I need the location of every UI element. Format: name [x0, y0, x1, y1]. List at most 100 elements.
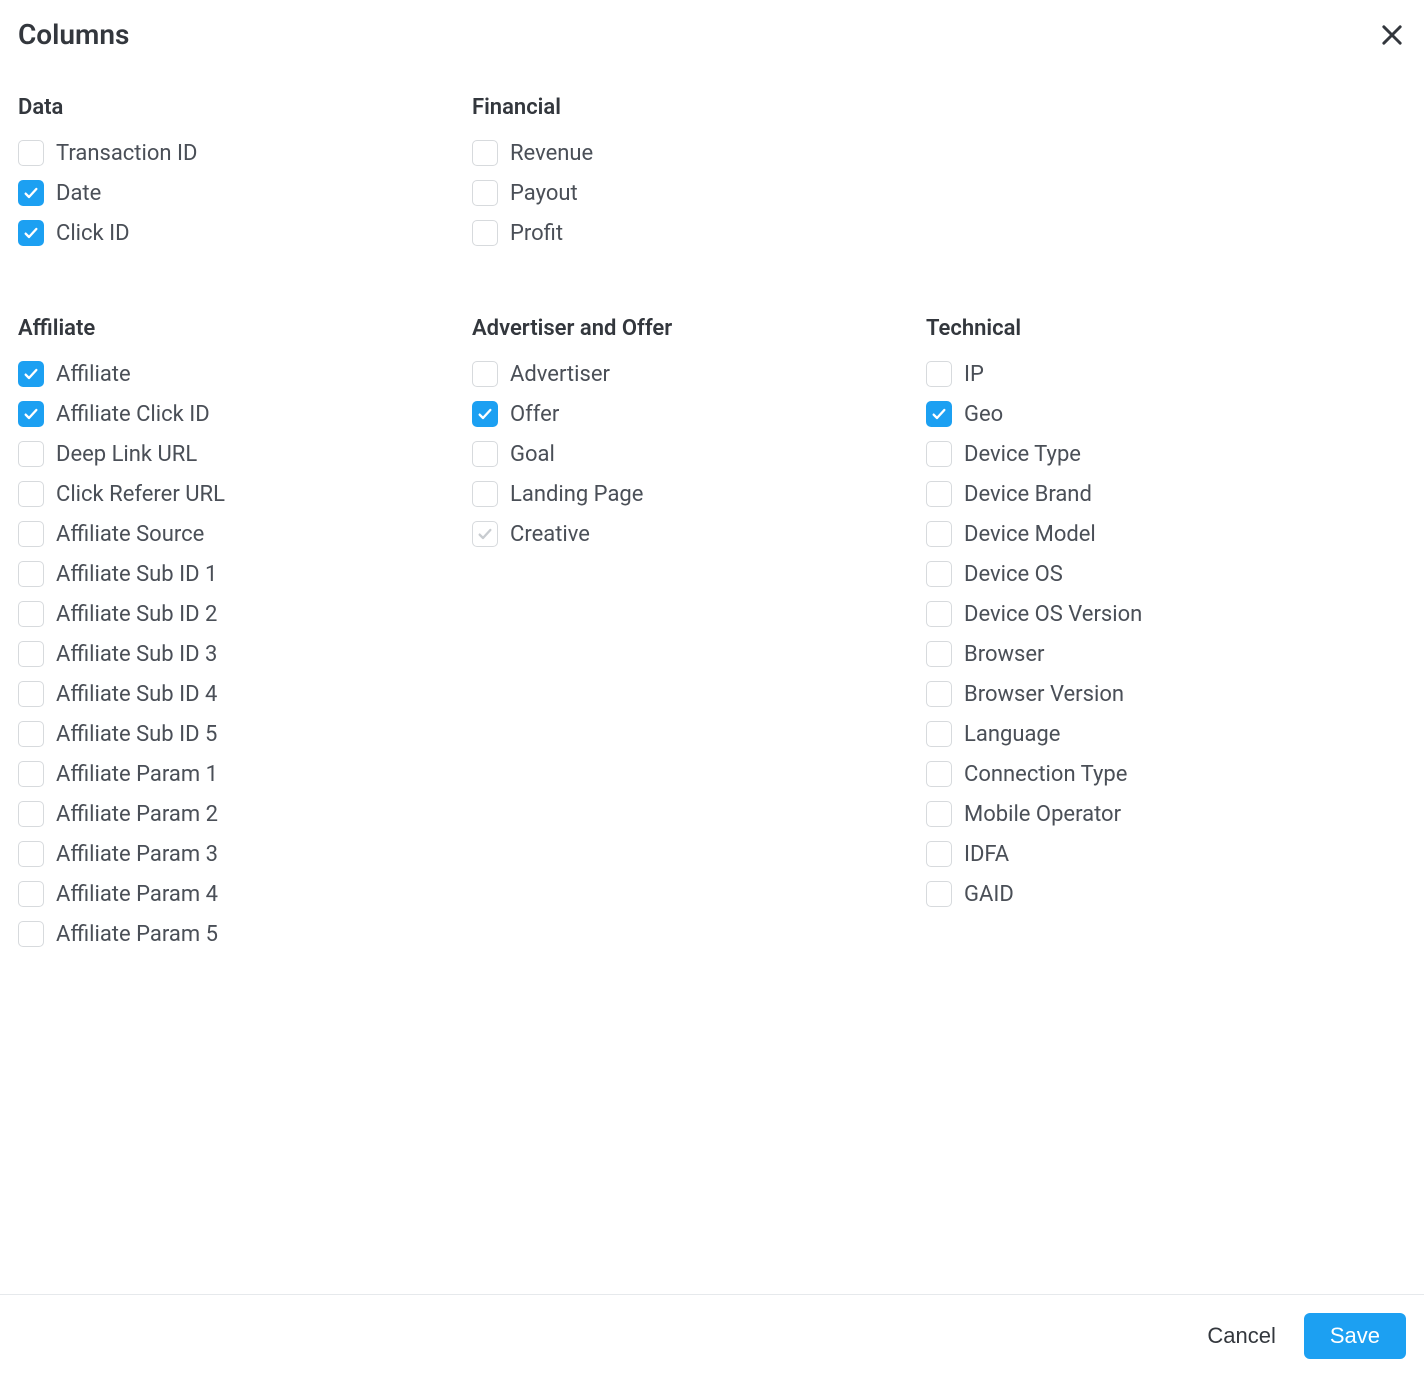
checkbox[interactable]	[18, 921, 44, 947]
column-option-payout[interactable]: Payout	[472, 178, 926, 208]
checkbox[interactable]	[18, 361, 44, 387]
checkbox[interactable]	[18, 881, 44, 907]
checkbox[interactable]	[472, 140, 498, 166]
checkbox[interactable]	[926, 361, 952, 387]
column-option-click-referer-url[interactable]: Click Referer URL	[18, 479, 472, 509]
column-option-affiliate-sub-id-4[interactable]: Affiliate Sub ID 4	[18, 679, 472, 709]
column-option-device-model[interactable]: Device Model	[926, 519, 1380, 549]
column-option-browser-version[interactable]: Browser Version	[926, 679, 1380, 709]
column-option-device-os-version[interactable]: Device OS Version	[926, 599, 1380, 629]
option-label: Affiliate Param 1	[56, 762, 218, 787]
option-label: Affiliate Source	[56, 522, 204, 547]
column-option-profit[interactable]: Profit	[472, 218, 926, 248]
column-option-affiliate-click-id[interactable]: Affiliate Click ID	[18, 399, 472, 429]
checkbox[interactable]	[472, 361, 498, 387]
checkbox[interactable]	[926, 441, 952, 467]
option-label: Profit	[510, 221, 563, 246]
checkbox[interactable]	[472, 180, 498, 206]
close-icon[interactable]	[1378, 21, 1406, 49]
checkbox[interactable]	[18, 801, 44, 827]
checkbox[interactable]	[18, 220, 44, 246]
column-option-device-brand[interactable]: Device Brand	[926, 479, 1380, 509]
option-label: Affiliate Click ID	[56, 402, 210, 427]
checkbox[interactable]	[18, 721, 44, 747]
option-label: Device Model	[964, 522, 1096, 547]
checkbox[interactable]	[926, 401, 952, 427]
column-option-click-id[interactable]: Click ID	[18, 218, 472, 248]
checkbox[interactable]	[18, 401, 44, 427]
checkbox[interactable]	[18, 841, 44, 867]
checkbox[interactable]	[926, 561, 952, 587]
column-option-goal[interactable]: Goal	[472, 439, 926, 469]
checkbox[interactable]	[18, 601, 44, 627]
column-option-offer[interactable]: Offer	[472, 399, 926, 429]
checkbox[interactable]	[926, 801, 952, 827]
option-label: Click Referer URL	[56, 482, 225, 507]
option-label: Device Type	[964, 442, 1081, 467]
option-label: Goal	[510, 442, 555, 467]
checkbox[interactable]	[18, 140, 44, 166]
column-option-affiliate-param-5[interactable]: Affiliate Param 5	[18, 919, 472, 949]
column-option-affiliate-sub-id-5[interactable]: Affiliate Sub ID 5	[18, 719, 472, 749]
column-option-ip[interactable]: IP	[926, 359, 1380, 389]
column-option-affiliate[interactable]: Affiliate	[18, 359, 472, 389]
column-option-idfa[interactable]: IDFA	[926, 839, 1380, 869]
column-option-transaction-id[interactable]: Transaction ID	[18, 138, 472, 168]
checkbox[interactable]	[926, 681, 952, 707]
checkbox[interactable]	[18, 761, 44, 787]
checkbox[interactable]	[18, 441, 44, 467]
column-option-affiliate-sub-id-3[interactable]: Affiliate Sub ID 3	[18, 639, 472, 669]
checkbox[interactable]	[18, 641, 44, 667]
column-option-affiliate-source[interactable]: Affiliate Source	[18, 519, 472, 549]
column-option-affiliate-param-2[interactable]: Affiliate Param 2	[18, 799, 472, 829]
column-option-device-type[interactable]: Device Type	[926, 439, 1380, 469]
option-label: Affiliate Sub ID 5	[56, 722, 217, 747]
checkbox[interactable]	[926, 841, 952, 867]
column-option-language[interactable]: Language	[926, 719, 1380, 749]
save-button[interactable]: Save	[1304, 1313, 1406, 1359]
column-option-gaid[interactable]: GAID	[926, 879, 1380, 909]
option-label: Geo	[964, 402, 1003, 427]
checkbox[interactable]	[18, 681, 44, 707]
checkbox[interactable]	[926, 761, 952, 787]
option-label: Offer	[510, 402, 559, 427]
column-option-advertiser[interactable]: Advertiser	[472, 359, 926, 389]
column-option-date[interactable]: Date	[18, 178, 472, 208]
column-option-mobile-operator[interactable]: Mobile Operator	[926, 799, 1380, 829]
column-option-deep-link-url[interactable]: Deep Link URL	[18, 439, 472, 469]
option-label: Affiliate Param 2	[56, 802, 218, 827]
column-option-geo[interactable]: Geo	[926, 399, 1380, 429]
column-option-landing-page[interactable]: Landing Page	[472, 479, 926, 509]
checkbox[interactable]	[472, 401, 498, 427]
column-option-affiliate-sub-id-1[interactable]: Affiliate Sub ID 1	[18, 559, 472, 589]
column-option-creative[interactable]: Creative	[472, 519, 926, 549]
column-option-affiliate-param-4[interactable]: Affiliate Param 4	[18, 879, 472, 909]
option-label: Date	[56, 181, 101, 206]
checkbox[interactable]	[926, 641, 952, 667]
checkbox[interactable]	[926, 601, 952, 627]
checkbox[interactable]	[18, 521, 44, 547]
checkbox[interactable]	[926, 481, 952, 507]
option-label: GAID	[964, 882, 1014, 907]
column-option-revenue[interactable]: Revenue	[472, 138, 926, 168]
group-advertiser-and-offer: Advertiser and OfferAdvertiserOfferGoalL…	[472, 316, 926, 959]
checkbox[interactable]	[472, 220, 498, 246]
checkbox[interactable]	[926, 881, 952, 907]
column-option-browser[interactable]: Browser	[926, 639, 1380, 669]
checkbox[interactable]	[472, 481, 498, 507]
checkbox[interactable]	[926, 521, 952, 547]
column-option-affiliate-param-1[interactable]: Affiliate Param 1	[18, 759, 472, 789]
option-label: Payout	[510, 181, 578, 206]
option-label: Browser Version	[964, 682, 1124, 707]
checkbox[interactable]	[18, 481, 44, 507]
column-option-affiliate-param-3[interactable]: Affiliate Param 3	[18, 839, 472, 869]
checkbox[interactable]	[926, 721, 952, 747]
checkbox[interactable]	[18, 180, 44, 206]
checkbox[interactable]	[18, 561, 44, 587]
column-option-connection-type[interactable]: Connection Type	[926, 759, 1380, 789]
cancel-button[interactable]: Cancel	[1207, 1323, 1275, 1349]
column-option-affiliate-sub-id-2[interactable]: Affiliate Sub ID 2	[18, 599, 472, 629]
checkbox[interactable]	[472, 441, 498, 467]
column-option-device-os[interactable]: Device OS	[926, 559, 1380, 589]
checkbox[interactable]	[472, 521, 498, 547]
